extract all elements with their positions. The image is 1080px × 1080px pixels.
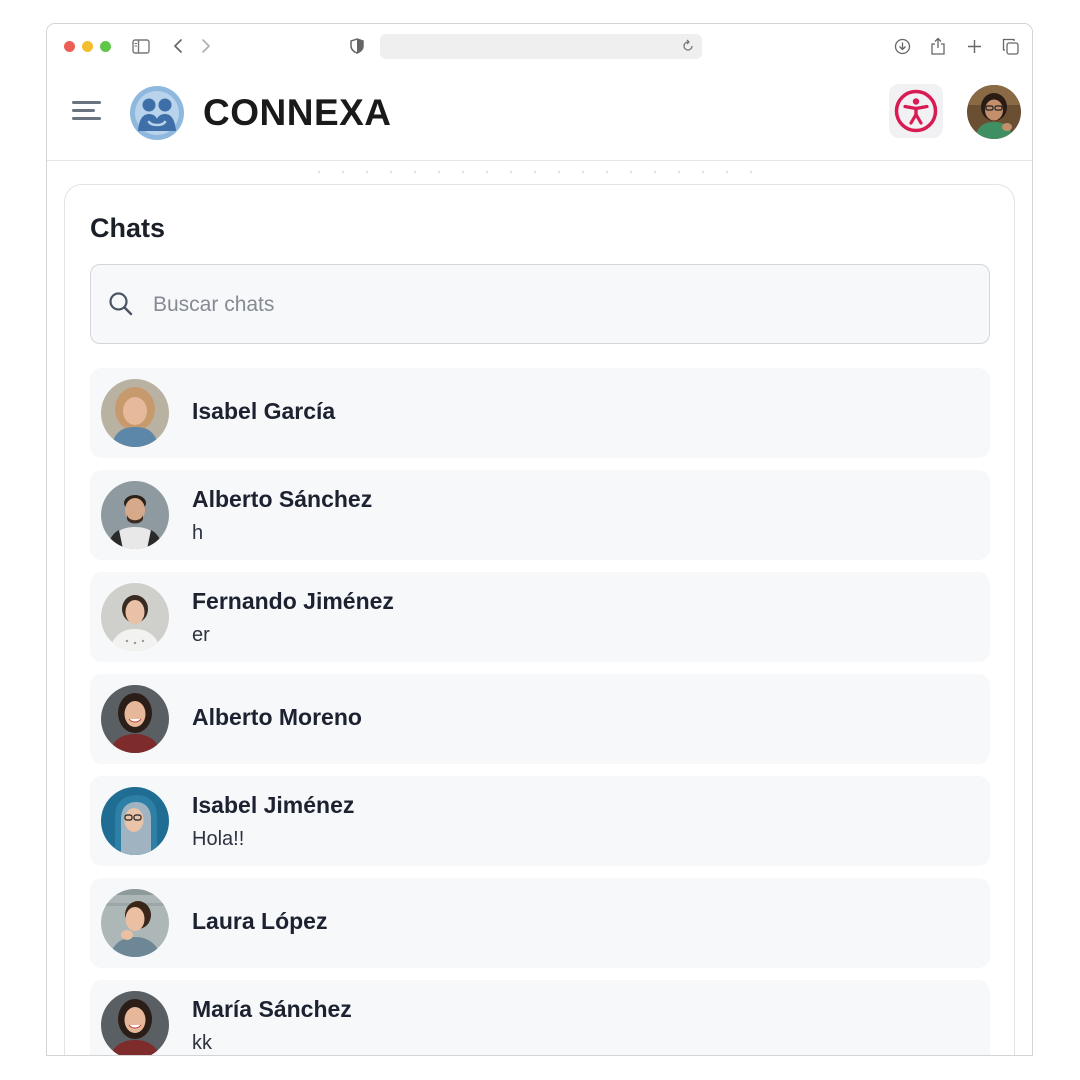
chat-list: Isabel García Alberto Sánchez h Fernando Ji… [90,368,990,1055]
reload-icon[interactable] [680,38,696,54]
tab-overview-icon[interactable] [1000,36,1020,56]
app-header [47,68,1032,161]
browser-toolbar [47,24,1032,68]
chat-contact-name: María Sánchez [192,996,352,1022]
accessibility-button[interactable] [889,84,943,138]
address-bar[interactable] [380,34,702,59]
chat-list-item[interactable]: Alberto Moreno [90,674,990,764]
chat-contact-name: Alberto Moreno [192,704,362,730]
decorative-dots [307,170,767,174]
back-chevron-icon[interactable] [168,36,188,56]
chat-avatar [101,889,169,957]
chat-avatar [101,379,169,447]
downloads-icon[interactable] [892,36,912,56]
new-tab-plus-icon[interactable] [964,36,984,56]
chat-avatar [101,583,169,651]
maximize-window-button[interactable] [100,41,111,52]
chat-avatar [101,481,169,549]
connexa-logo-icon [129,85,185,141]
sidebar-toggle-icon[interactable] [131,36,151,56]
chat-last-message: h [192,522,204,544]
chat-list-item[interactable]: María Sánchez kk [90,980,990,1055]
accessibility-icon [894,89,938,133]
user-profile-avatar[interactable] [967,85,1021,139]
chat-list-item[interactable]: Isabel García [90,368,990,458]
share-icon[interactable] [928,36,948,56]
chat-last-message: kk [192,1032,212,1054]
app-brand-name: CONNEXA [203,92,392,133]
close-window-button[interactable] [64,41,75,52]
chat-last-message: Hola!! [192,828,245,850]
search-icon [108,291,134,317]
chat-last-message: er [192,624,210,646]
chat-list-item[interactable]: Isabel Jiménez Hola!! [90,776,990,866]
privacy-shield-icon[interactable] [347,36,367,56]
chat-contact-name: Fernando Jiménez [192,588,394,614]
chat-contact-name: Isabel Jiménez [192,792,355,818]
chat-avatar [101,991,169,1055]
chat-list-item[interactable]: Alberto Sánchez h [90,470,990,560]
chat-contact-name: Laura López [192,908,328,934]
chat-contact-name: Alberto Sánchez [192,486,373,512]
search-input[interactable] [151,287,955,323]
browser-window: CONNEXA Chats Buscar chats Isabel García… [46,23,1033,1056]
chat-search-box [90,264,990,344]
chats-title: Chats [90,213,166,243]
chats-card: Chats Isabel García Alberto Sánchez h Ferna… [64,184,1015,1055]
forward-chevron-icon[interactable] [196,36,216,56]
minimize-window-button[interactable] [82,41,93,52]
menu-hamburger-icon[interactable] [72,80,104,120]
chat-list-item[interactable]: Fernando Jiménez er [90,572,990,662]
chat-list-item[interactable]: Laura López [90,878,990,968]
chat-contact-name: Isabel García [192,398,336,424]
chat-avatar [101,787,169,855]
chat-avatar [101,685,169,753]
